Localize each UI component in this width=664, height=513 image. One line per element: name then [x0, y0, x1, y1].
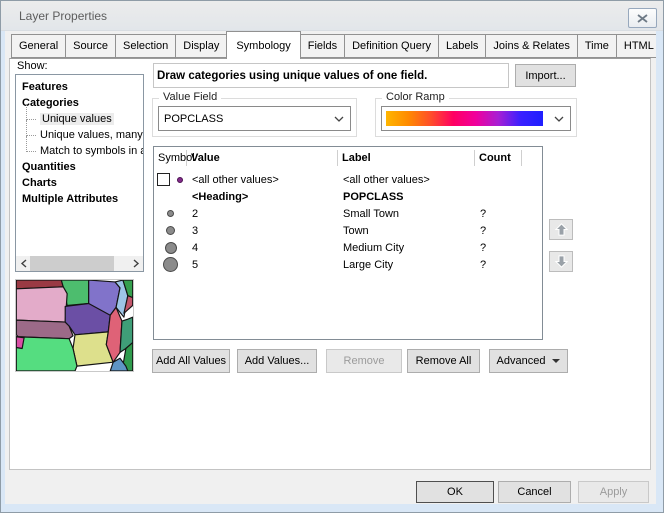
tab-general[interactable]: General: [11, 34, 66, 58]
scrollbar-thumb[interactable]: [30, 256, 114, 271]
layer-properties-dialog: Layer Properties General Source Selectio…: [0, 0, 664, 513]
table-row-heading[interactable]: <Heading> POPCLASS: [154, 188, 542, 205]
show-label: Show:: [17, 60, 48, 72]
color-ramp-combobox[interactable]: [381, 106, 571, 131]
add-values-button[interactable]: Add Values...: [237, 349, 317, 373]
tab-symbology[interactable]: Symbology: [226, 31, 300, 59]
column-symbol[interactable]: Symbol: [154, 150, 187, 166]
close-icon: [637, 14, 648, 23]
table-header[interactable]: Symbol Value Label Count: [154, 147, 542, 169]
move-down-button[interactable]: [549, 251, 573, 272]
close-button[interactable]: [628, 8, 657, 28]
chevron-down-icon[interactable]: [328, 116, 350, 122]
color-ramp-label: Color Ramp: [382, 91, 449, 103]
arrow-down-icon: [554, 254, 569, 269]
ok-button[interactable]: OK: [416, 481, 494, 503]
window-title: Layer Properties: [19, 9, 107, 23]
layer-preview-map: [15, 279, 134, 372]
remove-all-button[interactable]: Remove All: [407, 349, 480, 373]
category-symbol[interactable]: [166, 226, 175, 235]
category-symbol[interactable]: [167, 210, 174, 217]
show-tree: Features Categories Unique values Unique…: [15, 74, 144, 272]
show-item-features[interactable]: Features: [16, 79, 143, 95]
table-row[interactable]: 2 Small Town ?: [154, 205, 542, 222]
tab-time[interactable]: Time: [578, 34, 617, 58]
tab-fields[interactable]: Fields: [301, 34, 345, 58]
column-value[interactable]: Value: [187, 150, 338, 166]
title-bar[interactable]: Layer Properties: [1, 1, 663, 31]
apply-button: Apply: [578, 481, 649, 503]
tab-labels[interactable]: Labels: [439, 34, 486, 58]
tab-display[interactable]: Display: [176, 34, 227, 58]
show-item-quantities[interactable]: Quantities: [16, 159, 143, 175]
move-up-button[interactable]: [549, 219, 573, 240]
table-row[interactable]: 4 Medium City ?: [154, 239, 542, 256]
table-row[interactable]: 5 Large City ?: [154, 256, 542, 273]
tab-html-popup[interactable]: HTML Popup: [617, 34, 664, 58]
show-item-multiple-attributes[interactable]: Multiple Attributes: [16, 191, 143, 207]
show-item-match-symbols[interactable]: Match to symbols in a: [16, 143, 143, 159]
category-symbol[interactable]: [163, 257, 178, 272]
import-button[interactable]: Import...: [515, 64, 576, 87]
method-description: Draw categories using unique values of o…: [153, 63, 509, 88]
table-row[interactable]: 3 Town ?: [154, 222, 542, 239]
tab-strip: General Source Selection Display Symbolo…: [11, 34, 663, 58]
add-all-values-button[interactable]: Add All Values: [152, 349, 230, 373]
column-label[interactable]: Label: [338, 150, 475, 166]
scroll-left-icon[interactable]: [16, 256, 30, 271]
tab-joins-relates[interactable]: Joins & Relates: [486, 34, 577, 58]
arrow-up-icon: [554, 222, 569, 237]
advanced-button[interactable]: Advanced: [489, 349, 568, 373]
states-map-thumbnail: [16, 280, 133, 371]
show-item-charts[interactable]: Charts: [16, 175, 143, 191]
cancel-button[interactable]: Cancel: [498, 481, 571, 503]
table-row[interactable]: <all other values> <all other values>: [154, 171, 542, 188]
advanced-button-label: Advanced: [497, 355, 546, 367]
color-ramp-gradient: [386, 111, 543, 126]
scroll-right-icon[interactable]: [129, 256, 143, 271]
tree-horizontal-scrollbar[interactable]: [16, 256, 143, 271]
all-other-values-symbol[interactable]: [177, 177, 183, 183]
selected-tree-label: Unique values: [40, 113, 114, 125]
column-count[interactable]: Count: [475, 150, 522, 166]
remove-button: Remove: [326, 349, 402, 373]
tab-selection[interactable]: Selection: [116, 34, 176, 58]
tab-source[interactable]: Source: [66, 34, 116, 58]
value-field-label: Value Field: [159, 91, 221, 103]
all-other-values-checkbox[interactable]: [157, 173, 170, 186]
value-field-combobox[interactable]: POPCLASS: [158, 106, 351, 131]
tab-definition-query[interactable]: Definition Query: [345, 34, 439, 58]
dropdown-arrow-icon: [552, 359, 560, 363]
category-symbol[interactable]: [165, 242, 177, 254]
chevron-down-icon[interactable]: [548, 116, 570, 122]
unique-values-table: Symbol Value Label Count <all other valu…: [153, 146, 543, 340]
value-field-value: POPCLASS: [159, 113, 328, 125]
